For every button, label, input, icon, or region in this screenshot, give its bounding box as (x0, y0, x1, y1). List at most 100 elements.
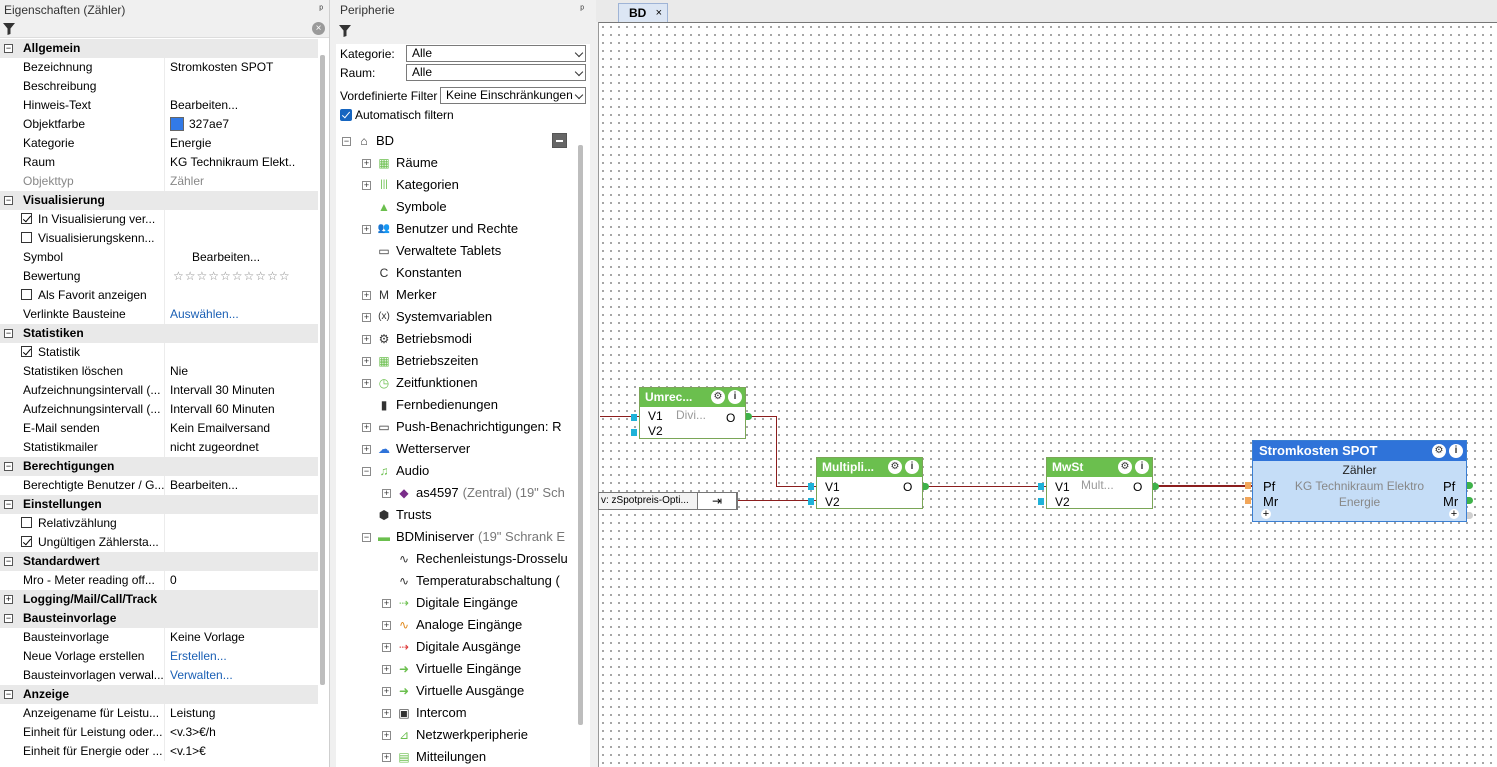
property-row[interactable]: Aufzeichnungsintervall (... Intervall 30 … (0, 381, 318, 400)
property-value[interactable]: Auswählen... (165, 305, 295, 324)
gear-icon[interactable]: ⚙ (711, 390, 725, 404)
property-value[interactable]: ☆☆☆☆☆☆☆☆☆☆ (165, 267, 295, 286)
property-row[interactable]: Ungültigen Zählersta... (0, 533, 318, 552)
input-pin[interactable] (1038, 483, 1044, 490)
input-pin[interactable] (631, 429, 637, 436)
section-header[interactable]: − Anzeige (0, 685, 318, 704)
property-value[interactable] (165, 533, 295, 552)
port-v2[interactable]: V2 (825, 495, 840, 509)
kategorie-select[interactable]: Alle (406, 45, 586, 62)
property-row[interactable]: E-Mail senden Kein Emailversand (0, 419, 318, 438)
tree-item[interactable]: ▮ Fernbedienungen (336, 394, 574, 416)
auto-filter-checkbox[interactable] (340, 108, 352, 121)
tree-item[interactable]: ⬢ Trusts (336, 504, 574, 526)
property-value[interactable] (165, 286, 295, 305)
tree-item[interactable]: + ◷ Zeitfunktionen (336, 372, 574, 394)
port-pf-out[interactable]: Pf (1443, 479, 1455, 494)
input-pin[interactable] (808, 483, 814, 490)
tree-item[interactable]: + ▣ Intercom (336, 702, 574, 724)
property-row[interactable]: Relativzählung (0, 514, 318, 533)
collapse-icon[interactable]: − (362, 532, 371, 542)
tree-item[interactable]: − ⌂ BD (336, 130, 574, 152)
expand-icon[interactable]: + (382, 708, 391, 718)
filter-icon[interactable] (3, 23, 15, 35)
tab-bd[interactable]: BD × (618, 3, 668, 22)
property-value[interactable] (165, 343, 295, 362)
input-pin[interactable] (1245, 482, 1251, 489)
tree-item[interactable]: + ⚙ Betriebsmodi (336, 328, 574, 350)
expand-icon[interactable]: + (382, 642, 391, 652)
port-pf-in[interactable]: Pf (1263, 479, 1275, 494)
expand-icon[interactable]: + (382, 664, 391, 674)
property-checkbox[interactable] (21, 232, 32, 243)
peripherie-filter-bar[interactable] (336, 20, 590, 44)
tree-item[interactable]: + ⇢ Digitale Eingänge (336, 592, 574, 614)
property-row[interactable]: Bewertung ☆☆☆☆☆☆☆☆☆☆ (0, 267, 318, 286)
tree-item[interactable]: + ⇢ Digitale Ausgänge (336, 636, 574, 658)
property-checkbox[interactable] (21, 346, 32, 357)
property-value[interactable]: 327ae7 (165, 115, 295, 134)
add-output-icon[interactable]: + (1449, 509, 1459, 520)
property-row[interactable]: Visualisierungskenn... (0, 229, 318, 248)
property-value[interactable]: Bearbeiten... (165, 476, 295, 495)
property-value[interactable]: Bearbeiten... (165, 248, 295, 267)
property-row[interactable]: Mro - Meter reading off... 0 (0, 571, 318, 590)
property-row[interactable]: Objektfarbe 327ae7 (0, 115, 318, 134)
property-value[interactable]: 0 (165, 571, 295, 590)
port-mr-in[interactable]: Mr (1263, 494, 1278, 509)
block-stromkosten-spot[interactable]: Stromkosten SPOT ⚙ i Zähler KG Technikrau… (1252, 440, 1467, 522)
block-mwst[interactable]: MwSt ⚙ i V1 V2 Mult... O (1046, 457, 1153, 509)
property-value[interactable]: <v.1>€ (165, 742, 295, 761)
property-value[interactable]: KG Technikraum Elekt... (165, 153, 295, 172)
property-value[interactable] (165, 514, 295, 533)
collapse-icon[interactable]: − (4, 557, 13, 566)
tree-item[interactable]: + ➜ Virtuelle Eingänge (336, 658, 574, 680)
property-value[interactable] (165, 210, 295, 229)
section-header[interactable]: − Standardwert (0, 552, 318, 571)
expand-icon[interactable]: + (362, 180, 371, 190)
collapse-icon[interactable]: − (342, 136, 351, 146)
pin-icon[interactable]: ᵖ (319, 0, 323, 20)
expand-icon[interactable]: + (382, 686, 391, 696)
properties-filter-bar[interactable]: × (0, 20, 329, 38)
property-value[interactable]: Bearbeiten... (165, 96, 295, 115)
section-header[interactable]: − Einstellungen (0, 495, 318, 514)
tree-item[interactable]: + ▦ Betriebszeiten (336, 350, 574, 372)
tree-item[interactable]: + ◆ as4597 (Zentral) (19" Sch (336, 482, 574, 504)
port-mr-out[interactable]: Mr (1443, 494, 1458, 509)
port-v1[interactable]: V1 (825, 480, 840, 494)
block-multiplikation[interactable]: Multipli... ⚙ i V1 V2 O (816, 457, 923, 509)
property-row[interactable]: Berechtigte Benutzer / G... Bearbeiten... (0, 476, 318, 495)
collapse-icon[interactable]: − (4, 690, 13, 699)
property-checkbox[interactable] (21, 213, 32, 224)
section-header[interactable]: − Bausteinvorlage (0, 609, 318, 628)
gear-icon[interactable]: ⚙ (1432, 444, 1446, 458)
tree-item[interactable]: ∿ Temperaturabschaltung ( (336, 570, 574, 592)
property-value[interactable]: Stromkosten SPOT (165, 58, 295, 77)
tree-item[interactable]: + ▦ Räume (336, 152, 574, 174)
vordefinierte-filter-select[interactable]: Keine Einschränkungen (440, 87, 586, 104)
property-value[interactable]: Intervall 30 Minuten (165, 381, 295, 400)
filter-icon[interactable] (339, 25, 351, 37)
info-icon[interactable]: i (728, 390, 742, 404)
property-row[interactable]: Aufzeichnungsintervall (... Intervall 60 … (0, 400, 318, 419)
section-header[interactable]: − Berechtigungen (0, 457, 318, 476)
tree-item[interactable]: + (x) Systemvariablen (336, 306, 574, 328)
property-value[interactable]: Erstellen... (165, 647, 295, 666)
property-checkbox[interactable] (21, 289, 32, 300)
property-value[interactable]: Nie (165, 362, 295, 381)
tree-item[interactable]: + ▭ Push-Benachrichtigungen: R (336, 416, 574, 438)
tree-item[interactable]: + ➜ Virtuelle Ausgänge (336, 680, 574, 702)
collapse-icon[interactable]: − (4, 329, 13, 338)
peripherie-scrollbar[interactable] (578, 145, 583, 725)
property-row[interactable]: Einheit für Leistung oder... <v.3>€/h (0, 723, 318, 742)
property-value[interactable]: Intervall 60 Minuten (165, 400, 295, 419)
properties-scrollbar[interactable] (320, 55, 325, 685)
section-header[interactable]: + Logging/Mail/Call/Track (0, 590, 318, 609)
gear-icon[interactable]: ⚙ (1118, 460, 1132, 474)
tree-item[interactable]: + 👥 Benutzer und Rechte (336, 218, 574, 240)
tree-item[interactable]: ▲ Symbole (336, 196, 574, 218)
port-output[interactable]: O (1133, 480, 1142, 494)
expand-icon[interactable]: + (362, 422, 371, 432)
tree-item[interactable]: + ▤ Mitteilungen (336, 746, 574, 767)
